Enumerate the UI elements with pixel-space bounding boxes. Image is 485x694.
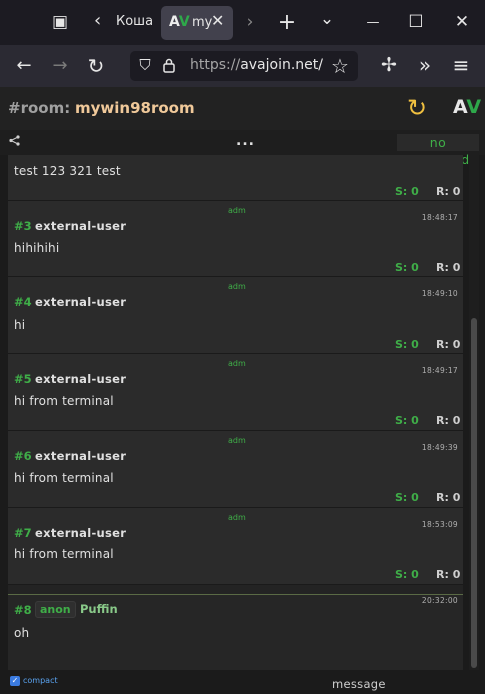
message-r-count: R: 0 bbox=[436, 261, 461, 274]
message-author[interactable]: external-user bbox=[35, 372, 126, 386]
favicon-icon: AV bbox=[169, 14, 190, 30]
message-number: #3 bbox=[14, 219, 32, 233]
message-item-latest: 20:32:00 #8 anon Puffin oh bbox=[8, 594, 463, 670]
room-label: #room: bbox=[8, 99, 71, 117]
lock-icon[interactable] bbox=[163, 58, 175, 73]
extensions-icon[interactable]: ✢ bbox=[377, 54, 401, 76]
message-number: #7 bbox=[14, 526, 32, 540]
message-text: hi from terminal bbox=[14, 547, 114, 561]
tab-manager-icon[interactable]: ▣ bbox=[48, 0, 72, 45]
tab-previous[interactable]: ‹ Коша bbox=[84, 0, 162, 45]
app-logo[interactable]: AV bbox=[453, 96, 481, 118]
overflow-menu-icon[interactable]: » bbox=[413, 53, 437, 77]
message-s-count: S: 0 bbox=[395, 261, 419, 274]
message-text: hihihihi bbox=[14, 241, 60, 255]
role-badge: adm bbox=[228, 282, 246, 291]
message-r-count: R: 0 bbox=[436, 414, 461, 427]
role-badge: adm bbox=[228, 206, 246, 215]
message-s-count: S: 0 bbox=[395, 491, 419, 504]
message-item: adm 18:49:17 #5 external-user hi from te… bbox=[8, 354, 463, 431]
url-text[interactable]: https://avajoin.net/my bbox=[190, 57, 324, 73]
room-menu-button[interactable]: ... bbox=[236, 133, 255, 149]
message-item: test 123 321 test S: 0 R: 0 bbox=[8, 155, 463, 201]
app-reload-icon[interactable]: ↻ bbox=[407, 94, 427, 122]
maximize-icon[interactable]: ☐ bbox=[405, 0, 427, 45]
role-badge: adm bbox=[228, 436, 246, 445]
message-time: 18:53:09 bbox=[421, 520, 458, 529]
message-item: adm 18:49:39 #6 external-user hi from te… bbox=[8, 431, 463, 508]
tab-active[interactable]: AV my ✕ bbox=[161, 6, 233, 40]
bookmark-star-icon[interactable]: ☆ bbox=[328, 54, 352, 78]
message-number: #6 bbox=[14, 449, 32, 463]
message-s-count: S: 0 bbox=[395, 338, 419, 351]
message-item: adm 18:53:09 #7 external-user hi from te… bbox=[8, 508, 463, 585]
message-s-count: S: 0 bbox=[395, 185, 419, 198]
message-s-count: S: 0 bbox=[395, 568, 419, 581]
compact-checkbox[interactable]: ✓ bbox=[10, 676, 20, 686]
window-close-icon[interactable]: ✕ bbox=[451, 0, 473, 45]
message-gap bbox=[8, 585, 463, 594]
back-icon[interactable]: ← bbox=[12, 55, 36, 76]
hamburger-menu-icon[interactable]: ≡ bbox=[449, 53, 473, 77]
tab-previous-label: Коша bbox=[116, 14, 154, 29]
message-list[interactable]: test 123 321 test S: 0 R: 0 adm 18:48:17… bbox=[8, 155, 463, 670]
compact-label[interactable]: compact bbox=[23, 676, 58, 685]
composer-bar bbox=[0, 672, 485, 694]
message-author[interactable]: external-user bbox=[35, 449, 126, 463]
message-s-count: S: 0 bbox=[395, 414, 419, 427]
chevron-right-icon[interactable]: › bbox=[240, 0, 260, 45]
share-icon[interactable] bbox=[9, 135, 20, 149]
reload-icon[interactable]: ↻ bbox=[84, 54, 108, 78]
message-number: #8 bbox=[14, 603, 32, 617]
message-text: hi from terminal bbox=[14, 471, 114, 485]
message-r-count: R: 0 bbox=[436, 185, 461, 198]
minimize-icon[interactable]: — bbox=[362, 0, 384, 45]
role-badge: adm bbox=[228, 359, 246, 368]
message-text: hi bbox=[14, 318, 26, 332]
message-r-count: R: 0 bbox=[436, 568, 461, 581]
message-number: #4 bbox=[14, 295, 32, 309]
message-r-count: R: 0 bbox=[436, 338, 461, 351]
message-time: 18:49:17 bbox=[421, 366, 458, 375]
tab-active-label: my bbox=[192, 15, 213, 30]
new-tab-icon[interactable]: + bbox=[276, 0, 298, 45]
message-text: hi from terminal bbox=[14, 394, 114, 408]
message-scrollbar-thumb[interactable] bbox=[471, 318, 477, 668]
message-author[interactable]: external-user bbox=[35, 295, 126, 309]
message-author[interactable]: Puffin bbox=[80, 602, 118, 616]
message-time: 18:49:10 bbox=[421, 289, 458, 298]
anon-badge: anon bbox=[35, 601, 76, 618]
message-text: test 123 321 test bbox=[14, 164, 121, 178]
chevron-left-icon: ‹ bbox=[94, 10, 102, 31]
tab-close-icon[interactable]: ✕ bbox=[211, 11, 224, 30]
message-time: 18:49:39 bbox=[421, 443, 458, 452]
message-author[interactable]: external-user bbox=[35, 526, 126, 540]
message-item: adm 18:48:17 #3 external-user hihihihi S… bbox=[8, 201, 463, 277]
forward-icon[interactable]: → bbox=[48, 55, 72, 76]
message-text: oh bbox=[14, 626, 30, 640]
message-r-count: R: 0 bbox=[436, 491, 461, 504]
tab-list-icon[interactable]: ⌄ bbox=[316, 0, 338, 42]
message-number: #5 bbox=[14, 372, 32, 386]
role-badge: adm bbox=[228, 513, 246, 522]
message-author[interactable]: external-user bbox=[35, 219, 126, 233]
password-status[interactable]: no password bbox=[397, 134, 479, 167]
message-time: 18:48:17 bbox=[421, 213, 458, 222]
room-name: mywin98room bbox=[75, 99, 195, 117]
message-time: 20:32:00 bbox=[421, 596, 458, 605]
message-input[interactable]: message bbox=[332, 677, 386, 691]
shield-icon[interactable]: ⛉ bbox=[136, 56, 154, 74]
message-item: adm 18:49:10 #4 external-user hi S: 0 R:… bbox=[8, 277, 463, 354]
